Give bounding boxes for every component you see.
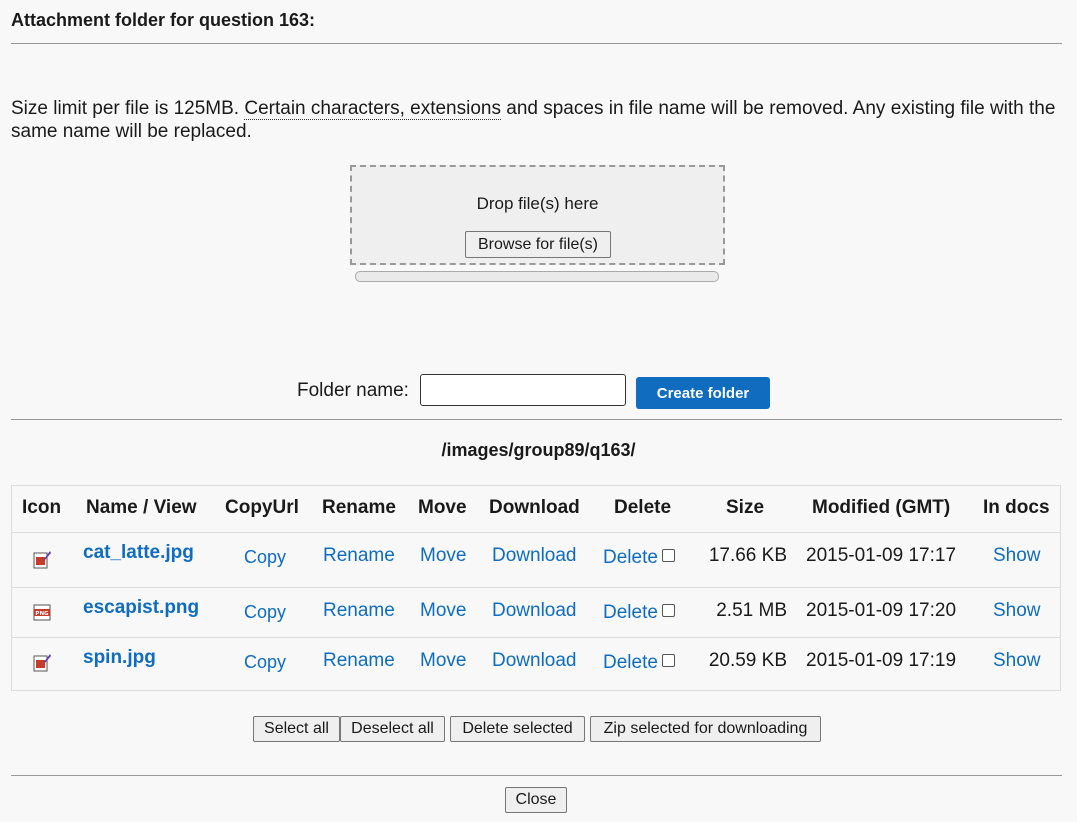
instructions-text-1: Size limit per file is 125MB. — [11, 98, 245, 119]
delete-checkbox[interactable] — [661, 549, 675, 562]
move-link[interactable]: Move — [420, 600, 466, 622]
table-row: spin.jpg Copy Rename Move Download Delet… — [12, 638, 1060, 690]
delete-link[interactable]: Delete — [603, 602, 658, 623]
select-all-button[interactable]: Select all — [253, 716, 340, 742]
footer-divider — [11, 775, 1062, 776]
show-in-docs-link[interactable]: Show — [993, 600, 1041, 622]
column-header-in-docs: In docs — [983, 497, 1050, 518]
rename-link[interactable]: Rename — [323, 650, 395, 672]
modified-date: 2015-01-09 17:19 — [806, 650, 957, 671]
column-header-modified: Modified (GMT) — [812, 497, 951, 518]
column-header-copyurl: CopyUrl — [225, 497, 299, 518]
filename-rules-link[interactable]: Certain characters, extensions — [244, 98, 501, 120]
file-name-link[interactable]: spin.jpg — [83, 647, 156, 669]
delete-link[interactable]: Delete — [603, 652, 658, 673]
column-header-icon: Icon — [22, 497, 62, 518]
drop-zone[interactable]: Drop file(s) here Browse for file(s) — [350, 165, 725, 265]
copy-url-link[interactable]: Copy — [244, 547, 286, 568]
download-link[interactable]: Download — [492, 545, 577, 567]
delete-control: Delete — [603, 547, 675, 569]
delete-checkbox[interactable] — [661, 604, 675, 617]
column-header-rename: Rename — [322, 497, 396, 518]
folder-name-label: Folder name: — [297, 380, 409, 401]
delete-control: Delete — [603, 652, 675, 674]
column-header-move: Move — [418, 497, 467, 518]
title-divider — [11, 43, 1062, 44]
create-folder-button[interactable]: Create folder — [636, 377, 770, 409]
drop-zone-text: Drop file(s) here — [476, 194, 599, 213]
delete-selected-button[interactable]: Delete selected — [450, 716, 585, 742]
delete-checkbox[interactable] — [661, 654, 675, 667]
page-title: Attachment folder for question 163: — [11, 10, 316, 30]
close-button[interactable]: Close — [505, 787, 567, 813]
download-link[interactable]: Download — [492, 650, 577, 672]
image-file-icon — [33, 551, 51, 569]
file-size: 17.66 KB — [708, 545, 787, 566]
delete-link[interactable]: Delete — [603, 547, 658, 568]
move-link[interactable]: Move — [420, 545, 466, 567]
folder-name-input[interactable] — [420, 374, 626, 406]
browse-files-button[interactable]: Browse for file(s) — [465, 231, 611, 258]
show-in-docs-link[interactable]: Show — [993, 650, 1041, 672]
file-name-link[interactable]: escapist.png — [83, 597, 199, 619]
file-table: Icon Name / View CopyUrl Rename Move Dow… — [11, 485, 1061, 691]
move-link[interactable]: Move — [420, 650, 466, 672]
copy-url-link[interactable]: Copy — [244, 602, 286, 623]
deselect-all-button[interactable]: Deselect all — [340, 716, 445, 742]
show-in-docs-link[interactable]: Show — [993, 545, 1041, 567]
modified-date: 2015-01-09 17:17 — [806, 545, 957, 566]
upload-progress-bar — [355, 271, 719, 282]
table-row: PNG escapist.png Copy Rename Move Downlo… — [12, 588, 1060, 638]
column-header-size: Size — [726, 497, 765, 518]
folder-divider — [11, 419, 1062, 420]
column-header-download: Download — [489, 497, 580, 518]
column-header-delete: Delete — [614, 497, 672, 518]
zip-selected-button[interactable]: Zip selected for downloading — [590, 716, 821, 742]
svg-text:PNG: PNG — [35, 611, 49, 617]
upload-instructions: Size limit per file is 125MB. Certain ch… — [11, 97, 1061, 143]
rename-link[interactable]: Rename — [323, 600, 395, 622]
column-header-name: Name / View — [86, 497, 197, 518]
copy-url-link[interactable]: Copy — [244, 652, 286, 673]
png-file-icon: PNG — [33, 604, 51, 621]
current-path: /images/group89/q163/ — [441, 440, 636, 460]
file-size: 20.59 KB — [708, 650, 787, 671]
table-row: cat_latte.jpg Copy Rename Move Download … — [12, 533, 1060, 587]
download-link[interactable]: Download — [492, 600, 577, 622]
image-file-icon — [33, 654, 51, 672]
file-size: 2.51 MB — [716, 600, 787, 621]
delete-control: Delete — [603, 602, 675, 624]
modified-date: 2015-01-09 17:20 — [806, 600, 957, 621]
file-name-link[interactable]: cat_latte.jpg — [83, 542, 194, 564]
rename-link[interactable]: Rename — [323, 545, 395, 567]
